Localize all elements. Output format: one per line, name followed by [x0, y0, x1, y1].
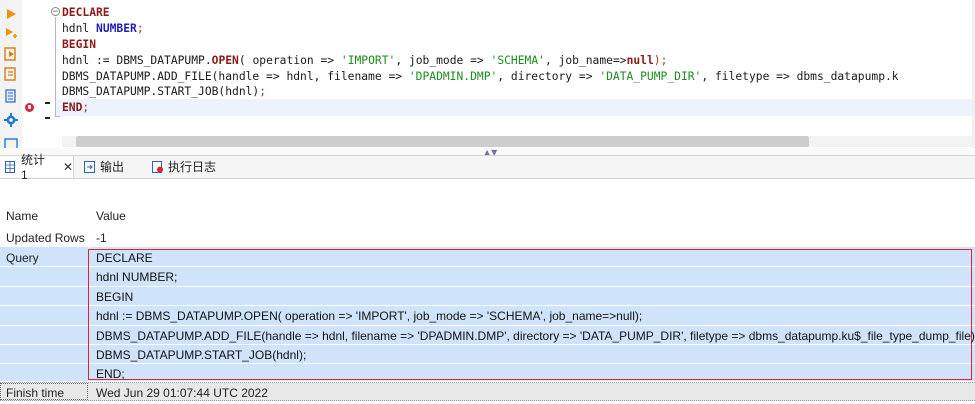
query-value-line[interactable]: hdnl := DBMS_DATAPUMP.OPEN( operation =>…: [96, 309, 642, 323]
query-value-line[interactable]: DBMS_DATAPUMP.ADD_FILE(handle => hdnl, f…: [96, 329, 975, 343]
code-token: , job_name=>: [544, 53, 627, 67]
code-line[interactable]: DBMS_DATAPUMP.ADD_FILE(handle => hdnl, f…: [62, 69, 975, 85]
query-value-line[interactable]: DECLARE: [96, 251, 153, 265]
column-header-value[interactable]: Value: [96, 209, 126, 223]
sql-editor[interactable]: DECLARE hdnl NUMBER; BEGIN hdnl := DBMS_DAT…: [62, 5, 975, 116]
code-token: ;: [136, 21, 144, 35]
fold-toggle-icon[interactable]: −: [51, 7, 60, 17]
code-line[interactable]: BEGIN: [62, 37, 975, 53]
grid-icon: [5, 160, 15, 173]
fold-guide: [55, 17, 56, 117]
code-token: ;: [259, 85, 267, 99]
editor-gutter: [22, 0, 56, 150]
tab-label: 统计 1: [21, 153, 46, 182]
query-value-line[interactable]: hdnl NUMBER;: [96, 270, 177, 284]
code-token: DECLARE: [62, 6, 110, 19]
column-header-name[interactable]: Name: [6, 209, 38, 223]
code-token: hdnl: [62, 21, 97, 35]
code-token: , filetype => dbms_datapump.k: [701, 69, 899, 83]
code-line[interactable]: hdnl := DBMS_DATAPUMP.OPEN( operation =>…: [62, 53, 975, 69]
tab-execution-log[interactable]: 执行日志: [152, 156, 216, 177]
query-value-line[interactable]: BEGIN: [96, 290, 133, 304]
run-icon[interactable]: [3, 6, 19, 22]
result-tabs: 统计 1 ✕ 输出 执行日志: [0, 153, 975, 182]
code-token: DBMS_DATAPUMP.START_JOB(hdnl): [62, 85, 260, 99]
line-marker: [45, 102, 50, 104]
tab-statistics[interactable]: 统计 1 ✕: [0, 153, 74, 182]
explain-plan-icon[interactable]: [3, 66, 19, 82]
code-line[interactable]: DBMS_DATAPUMP.START_JOB(hdnl);: [62, 84, 975, 100]
line-marker: [45, 117, 50, 119]
code-line[interactable]: hdnl NUMBER;: [62, 21, 975, 37]
query-value-line[interactable]: END;: [96, 367, 125, 381]
fold-guide-end: [55, 116, 60, 117]
code-token: , directory =>: [497, 69, 600, 83]
run-step-icon[interactable]: [3, 26, 19, 42]
row-name-updated-rows[interactable]: Updated Rows: [6, 231, 85, 245]
code-line[interactable]: END;: [62, 100, 975, 116]
code-token: OPEN: [211, 53, 239, 67]
code-token: ;: [82, 101, 90, 115]
row-name-query[interactable]: Query: [6, 251, 39, 265]
error-marker-icon[interactable]: [25, 103, 34, 112]
code-token: BEGIN: [62, 37, 97, 51]
query-value-line[interactable]: DBMS_DATAPUMP.START_JOB(hdnl);: [96, 348, 306, 362]
code-token: NUMBER: [96, 21, 137, 35]
code-line[interactable]: DECLARE: [62, 5, 975, 21]
code-token: ( operation =>: [238, 53, 341, 67]
row-value-updated-rows[interactable]: -1: [96, 231, 107, 245]
code-token: DBMS_DATAPUMP.ADD_FILE(handle => hdnl, f…: [62, 69, 409, 83]
code-token: 'SCHEMA': [490, 53, 545, 67]
code-token: 'IMPORT': [340, 53, 396, 67]
gear-icon[interactable]: [3, 112, 19, 128]
tab-label: 执行日志: [168, 160, 217, 174]
close-icon[interactable]: ✕: [63, 160, 73, 174]
code-token: , job_mode =>: [395, 53, 491, 67]
code-token: END: [62, 101, 83, 115]
editor-toolbar: [0, 0, 23, 150]
tab-output[interactable]: 输出: [84, 156, 124, 177]
row-name-finish-time[interactable]: Finish time: [6, 386, 64, 400]
document-icon[interactable]: [3, 88, 19, 104]
tab-label: 输出: [100, 160, 125, 174]
row-value-finish-time[interactable]: Wed Jun 29 01:07:44 UTC 2022: [96, 386, 268, 400]
code-token: hdnl := DBMS_DATAPUMP.: [62, 53, 212, 67]
run-script-icon[interactable]: [3, 46, 19, 62]
code-token: 'DATA_PUMP_DIR': [599, 69, 702, 83]
code-token: null: [626, 53, 654, 67]
code-token: 'DPADMIN.DMP': [408, 69, 498, 83]
output-icon: [84, 160, 95, 173]
log-icon: [152, 160, 163, 173]
scrollbar-thumb[interactable]: [76, 136, 809, 147]
code-token: );: [653, 53, 668, 67]
